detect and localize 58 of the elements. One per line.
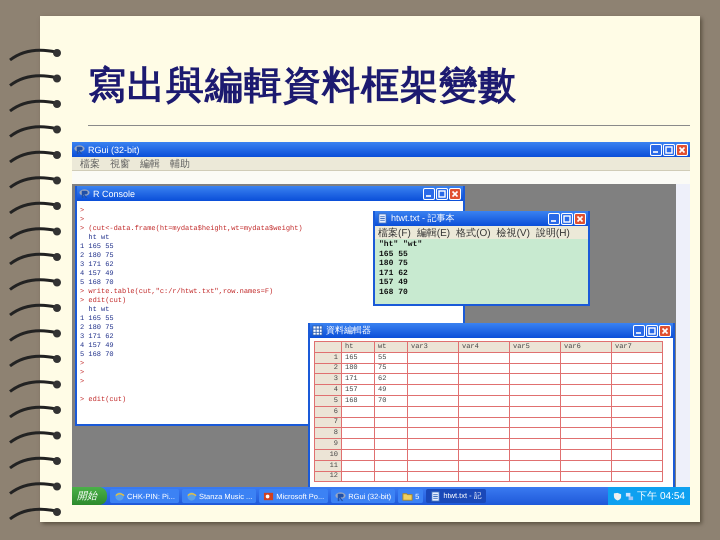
minimize-icon [653, 150, 658, 152]
menu-item[interactable]: 檢視(V) [496, 226, 530, 240]
menu-item[interactable]: 視窗 [110, 156, 130, 170]
r-logo-icon [74, 144, 85, 155]
maximize-button[interactable] [436, 188, 448, 200]
grid-icon [312, 325, 323, 336]
close-icon [660, 326, 670, 336]
menu-item[interactable]: 格式(O) [456, 226, 491, 240]
slides-icon [263, 490, 274, 502]
close-icon [450, 188, 460, 198]
globe-icon [186, 490, 197, 502]
scrollbar[interactable] [676, 184, 690, 487]
close-button[interactable] [676, 144, 688, 156]
maximize-button[interactable] [663, 144, 675, 156]
notepad-icon [430, 490, 442, 502]
maximize-icon [664, 144, 674, 154]
close-button[interactable] [449, 188, 461, 200]
text-line: 171 62 [379, 268, 408, 278]
maximize-button[interactable] [561, 212, 573, 224]
close-button[interactable] [574, 212, 586, 224]
r-logo-icon [335, 490, 346, 502]
close-icon [575, 214, 585, 224]
slide-title: 寫出與編輯資料框架變數 [88, 64, 517, 109]
menu-item[interactable]: 編輯(E) [416, 226, 450, 240]
menu-item[interactable]: 檔案(F) [378, 226, 411, 240]
text-line: "ht" "wt" [379, 240, 422, 250]
menu-item[interactable]: 編輯 [140, 156, 160, 170]
minimize-icon [551, 220, 556, 222]
minimize-button[interactable] [633, 324, 645, 336]
folder-icon [402, 490, 414, 502]
text-line: 180 75 [379, 259, 408, 268]
maximize-icon [647, 326, 657, 336]
text-line: 168 70 [379, 288, 408, 297]
minimize-button[interactable] [650, 144, 662, 156]
menu-item[interactable]: 檔案 [80, 156, 100, 170]
window-title: 資料編輯器 [326, 324, 372, 337]
close-icon [677, 144, 687, 154]
notepad-icon [377, 213, 388, 224]
close-button[interactable] [659, 324, 671, 336]
window-title: R Console [93, 188, 136, 198]
maximize-icon [437, 188, 447, 198]
text-line: 157 49 [379, 278, 408, 288]
window-title: RGui (32-bit) [88, 144, 141, 154]
minimize-button[interactable] [423, 188, 435, 200]
globe-icon [114, 490, 125, 502]
maximize-button[interactable] [646, 324, 658, 336]
minimize-icon [636, 332, 641, 334]
text-line: 165 55 [379, 250, 408, 259]
menu-item[interactable]: 說明(H) [536, 226, 570, 240]
network-icon [625, 492, 634, 500]
window-title: htwt.txt - 記事本 [391, 212, 456, 225]
shield-icon [613, 492, 622, 500]
minimize-button[interactable] [548, 212, 560, 224]
r-logo-icon [79, 188, 90, 199]
menu-item[interactable]: 輔助 [170, 156, 190, 170]
minimize-icon [426, 194, 431, 196]
maximize-icon [562, 214, 572, 224]
clock: 下午 04:54 [637, 490, 685, 503]
